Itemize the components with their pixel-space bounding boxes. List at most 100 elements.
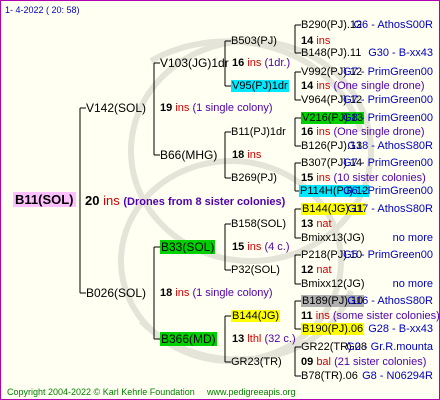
gen4-label-13: B190(PJ).06 xyxy=(301,323,365,335)
gen2-note-0: (1dr.) xyxy=(264,57,291,69)
subject-ins: ins xyxy=(103,193,120,208)
gen3-ins-7: bal xyxy=(316,356,331,368)
gen3-generation-7: 09 xyxy=(301,356,314,368)
gen3-node-1[interactable]: V95(PJ)1dr xyxy=(231,80,289,93)
subject-generation: 20 xyxy=(85,193,100,208)
gen3-node-6[interactable]: B144(JG) xyxy=(231,310,281,323)
gen3-info-2: 16 ins (One single drone) xyxy=(301,126,425,139)
gen2-node-0[interactable]: V103(JG)1dr xyxy=(160,56,229,70)
gen3-note-7: (21 sister colonies) xyxy=(334,356,427,368)
gen3-info-3: 15 ins (10 sister colonies) xyxy=(301,172,426,185)
gen3-label-1: V95(PJ)1dr xyxy=(231,80,289,92)
gen2-info-0: 16 ins (1dr.) xyxy=(232,57,290,70)
gen1-note-0: (1 single colony) xyxy=(192,102,273,114)
gen3-node-0[interactable]: B503(PJ) xyxy=(231,35,277,48)
gen2-ins-1: ins xyxy=(247,149,262,161)
pedigree-frame: 1- 4-2022 ( 20: 58) B11(SOL) 20 ins (Dro… xyxy=(0,0,440,400)
gen2-generation-1: 18 xyxy=(232,149,245,161)
gen2-generation-2: 15 xyxy=(232,241,245,253)
gen3-ins-2: ins xyxy=(316,126,331,138)
gen3-generation-2: 16 xyxy=(301,126,314,138)
gen3-ins-3: ins xyxy=(316,172,331,184)
gen4-info-6: G7 - PrimGreen00 xyxy=(343,157,433,169)
gen4-info-0: G6 - AthosS00R xyxy=(353,19,434,31)
gen2-node-3[interactable]: B366(MD) xyxy=(160,332,217,346)
gen1-info-1: 18 ins (1 single colony) xyxy=(160,287,273,300)
gen4-info-12: G16 - AthosS80R xyxy=(347,295,433,307)
gen3-label-6: B144(JG) xyxy=(231,310,281,322)
subject-note: (Drones from 8 sister colonies) xyxy=(123,196,286,208)
gen2-ins-2: ins xyxy=(247,241,262,253)
gen2-note-2: (4 c.) xyxy=(264,241,290,253)
gen4-info-2: G7 - PrimGreen00 xyxy=(343,66,433,78)
gen3-generation-6: 11 xyxy=(301,310,313,322)
gen2-node-1[interactable]: B66(MHG) xyxy=(160,148,217,162)
gen3-node-5[interactable]: P32(SOL) xyxy=(231,264,280,277)
gen1-node-1[interactable]: B026(SOL) xyxy=(86,286,146,300)
gen4-info-3: G7 - PrimGreen00 xyxy=(343,94,433,106)
gen4-info-4: G8 - PrimGreen00 xyxy=(343,112,433,124)
gen4-info-7: G6 - PrimGreen00 xyxy=(343,185,433,197)
gen1-generation-1: 18 xyxy=(160,287,173,299)
gen3-info-4: 13 nat xyxy=(301,218,332,231)
gen1-info-0: 19 ins (1 single colony) xyxy=(160,102,273,115)
gen1-generation-0: 19 xyxy=(160,102,173,114)
gen3-info-6: 11 ins (some sister colonies) xyxy=(301,310,440,323)
gen1-note-1: (1 single colony) xyxy=(192,287,273,299)
gen3-note-6: (some sister colonies) xyxy=(332,310,440,322)
gen1-node-0[interactable]: V142(SOL) xyxy=(86,101,146,115)
gen3-note-3: (10 sister colonies) xyxy=(333,172,426,184)
gen3-generation-3: 15 xyxy=(301,172,314,184)
gen3-ins-1: ins xyxy=(316,80,331,92)
gen3-node-4[interactable]: B158(SOL) xyxy=(231,218,286,231)
gen3-ins-0: ins xyxy=(316,35,331,47)
gen2-node-2[interactable]: B33(SOL) xyxy=(160,240,216,254)
gen3-note-2: (One single drone) xyxy=(333,126,425,138)
gen2-generation-0: 16 xyxy=(232,57,245,69)
gen3-node-2[interactable]: B11(PJ)1dr xyxy=(231,126,286,139)
footer-copyright: Copyright 2004-2022 © Karl Kehrle Founda… xyxy=(7,387,195,397)
gen3-generation-4: 13 xyxy=(301,218,314,230)
gen3-info-7: 09 bal (21 sister colonies) xyxy=(301,356,426,369)
gen2-ins-3: lthl xyxy=(247,333,262,345)
gen3-generation-0: 14 xyxy=(301,35,314,47)
gen3-generation-5: 12 xyxy=(301,264,314,276)
gen4-info-10: G5 - PrimGreen00 xyxy=(343,249,433,261)
gen2-label-2: B33(SOL) xyxy=(160,240,216,254)
gen3-ins-6: ins xyxy=(315,310,330,322)
gen4-info-8: G17 - AthosS80R xyxy=(347,203,433,215)
gen4-node-15[interactable]: B78(TR).06 xyxy=(301,370,358,383)
gen4-info-15: G8 - N06294R xyxy=(362,370,433,382)
subject-node[interactable]: B11(SOL) xyxy=(13,192,76,208)
gen4-node-9[interactable]: Bmixx13(JG) xyxy=(301,232,365,245)
gen1-ins-1: ins xyxy=(175,287,190,299)
gen2-generation-3: 13 xyxy=(232,333,245,345)
gen4-node-1[interactable]: B148(PJ).11 xyxy=(301,47,361,60)
gen3-ins-5: nat xyxy=(316,264,332,276)
gen3-generation-1: 14 xyxy=(301,80,314,92)
gen4-info-9: no more xyxy=(392,232,433,244)
gen3-node-3[interactable]: B269(PJ) xyxy=(231,172,277,185)
gen4-node-13[interactable]: B190(PJ).06 xyxy=(301,323,365,336)
gen2-info-1: 18 ins xyxy=(232,149,261,162)
gen2-info-3: 13 lthl (32 c.) xyxy=(232,333,296,346)
gen3-ins-4: nat xyxy=(316,218,332,230)
gen4-info-13: G28 - B-xx43 xyxy=(368,323,433,335)
gen3-note-1: (One single drone) xyxy=(333,80,425,92)
subject-info: 20 ins (Drones from 8 sister colonies) xyxy=(85,193,285,210)
gen3-node-7[interactable]: GR23(TR) xyxy=(231,356,282,369)
gen4-info-14: G2 - Gr.R.mounta xyxy=(346,341,433,353)
gen2-info-2: 15 ins (4 c.) xyxy=(232,241,290,254)
gen4-info-11: no more xyxy=(392,278,433,290)
gen1-ins-0: ins xyxy=(175,102,190,114)
gen2-label-3: B366(MD) xyxy=(160,332,217,346)
gen4-info-1: G30 - B-xx43 xyxy=(368,47,433,59)
gen4-node-11[interactable]: Bmixx12(JG) xyxy=(301,278,365,291)
gen3-info-1: 14 ins (One single drone) xyxy=(301,80,425,93)
gen2-note-3: (32 c.) xyxy=(264,333,296,345)
subject-label: B11(SOL) xyxy=(13,192,76,207)
report-date: 1- 4-2022 ( 20: 58) xyxy=(5,5,80,15)
footer-site-link[interactable]: www.pedigreeapis.org xyxy=(207,386,296,398)
gen3-info-5: 12 nat xyxy=(301,264,332,277)
gen2-ins-0: ins xyxy=(247,57,262,69)
